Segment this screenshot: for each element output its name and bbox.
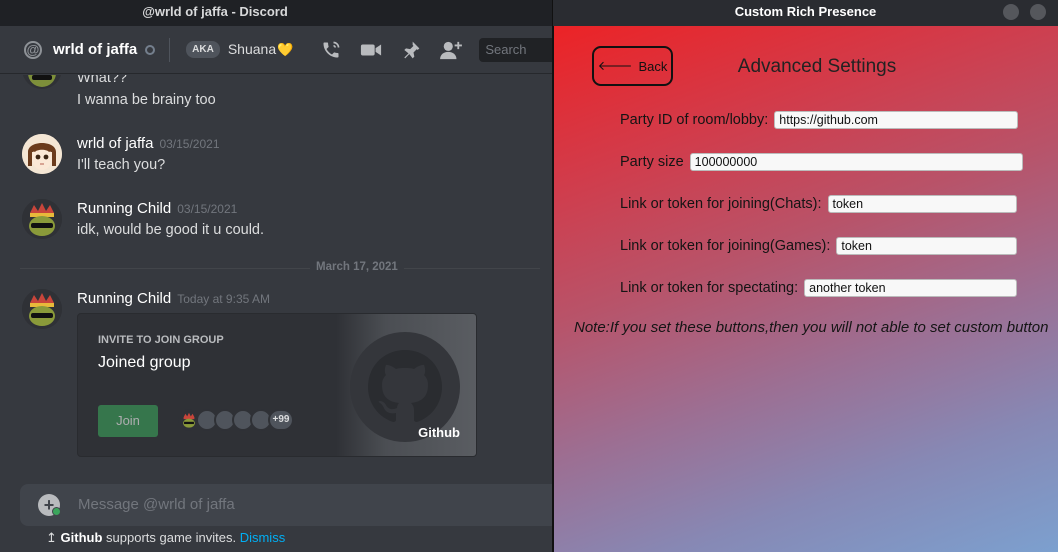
message-composer[interactable]: + Message @wrld of jaffa (20, 484, 560, 526)
invite-heading: INVITE TO JOIN GROUP (98, 334, 224, 346)
party-size-row: Party size 100000000 (620, 153, 1023, 171)
add-friend-icon[interactable] (439, 38, 463, 62)
join-chats-input[interactable]: token (827, 195, 1017, 213)
spectate-input[interactable]: another token (804, 279, 1018, 297)
pin-icon[interactable] (399, 38, 423, 62)
party-size-label: Party size (620, 154, 684, 170)
voice-call-icon[interactable] (319, 38, 343, 62)
video-call-icon[interactable] (359, 38, 383, 62)
message-text: idk, would be good it u could. (77, 222, 265, 238)
message-timestamp: 03/15/2021 (159, 137, 220, 151)
avatar[interactable] (22, 199, 62, 239)
at-icon: @ (24, 40, 42, 59)
join-games-label: Link or token for joining(Games): (620, 238, 831, 254)
party-id-label: Party ID of room/lobby: (620, 112, 769, 128)
minimize-icon[interactable] (1003, 4, 1019, 20)
aka-name: Shuana💛 (228, 41, 293, 58)
participant-count: +99 (268, 409, 294, 431)
message-input[interactable]: Message @wrld of jaffa (78, 496, 235, 513)
crp-titlebar: Custom Rich Presence (552, 0, 1058, 26)
join-games-input[interactable]: token (836, 237, 1018, 255)
notice-text: supports game invites. (102, 530, 240, 545)
dismiss-link[interactable]: Dismiss (240, 530, 286, 545)
dm-username[interactable]: wrld of jaffa (53, 41, 137, 58)
message-author: wrld of jaffa 03/15/2021 (77, 135, 220, 152)
invite-game-name: Github (418, 425, 460, 440)
message-text: I wanna be brainy too (77, 92, 216, 108)
close-icon[interactable] (1030, 4, 1046, 20)
crp-window: Custom Rich Presence 🡐 Back Advanced Set… (552, 0, 1058, 552)
discord-titlebar: @wrld of jaffa - Discord (0, 0, 560, 26)
author-name[interactable]: Running Child (77, 290, 171, 307)
party-id-row: Party ID of room/lobby: https://github.c… (620, 111, 1019, 129)
invite-game-art: Github (336, 314, 476, 456)
crp-content: 🡐 Back Advanced Settings Party ID of roo… (552, 26, 1058, 552)
settings-note: Note:If you set these buttons,then you w… (574, 319, 1049, 336)
discord-window: @wrld of jaffa - Discord @ wrld of jaffa… (0, 0, 560, 552)
heart-icon: 💛 (277, 42, 294, 57)
avatar[interactable] (22, 289, 62, 329)
message-author: Running Child Today at 9:35 AM (77, 290, 270, 307)
search-input[interactable]: Search (479, 37, 560, 62)
party-id-input[interactable]: https://github.com (774, 111, 1019, 129)
avatar[interactable] (22, 134, 62, 174)
join-chats-label: Link or token for joining(Chats): (620, 196, 822, 212)
party-size-input[interactable]: 100000000 (689, 153, 1023, 171)
message-author: Running Child 03/15/2021 (77, 200, 237, 217)
crp-window-title: Custom Rich Presence (734, 4, 877, 19)
status-icon (145, 44, 156, 55)
settings-heading: Advanced Settings (737, 56, 897, 77)
aka-badge: AKA (186, 41, 220, 58)
header-divider (169, 37, 171, 62)
notice-app-name: Github (60, 530, 103, 545)
date-divider (20, 268, 540, 269)
invite-title: Joined group (98, 354, 191, 371)
avatar[interactable] (22, 75, 62, 89)
message-timestamp: Today at 9:35 AM (177, 292, 270, 306)
join-button[interactable]: Join (98, 405, 158, 437)
header-toolbar (319, 38, 463, 62)
join-chats-row: Link or token for joining(Chats): token (620, 195, 1017, 213)
date-divider-label: March 17, 2021 (310, 261, 404, 273)
invite-participants: +99 (178, 409, 294, 431)
spectate-row: Link or token for spectating: another to… (620, 279, 1018, 297)
message-list: What?? I wanna be brainy too wrld of jaf… (0, 75, 560, 480)
spectate-label: Link or token for spectating: (620, 280, 799, 296)
author-name[interactable]: Running Child (77, 200, 171, 217)
join-games-row: Link or token for joining(Games): token (620, 237, 1018, 255)
message-text: What?? (77, 75, 127, 86)
notice-arrow-icon: ↥ (46, 530, 61, 545)
message-text: I'll teach you? (77, 157, 166, 173)
game-invite-card: INVITE TO JOIN GROUP Joined group Join +… (77, 313, 477, 457)
author-name[interactable]: wrld of jaffa (77, 135, 153, 152)
message-timestamp: 03/15/2021 (177, 202, 238, 216)
dm-header: @ wrld of jaffa AKA Shuana💛 Search (0, 26, 560, 74)
aka-name-text: Shuana (227, 41, 277, 57)
game-invite-notice: ↥ Github supports game invites. Dismiss (46, 530, 285, 546)
upload-badge-icon (52, 507, 61, 516)
